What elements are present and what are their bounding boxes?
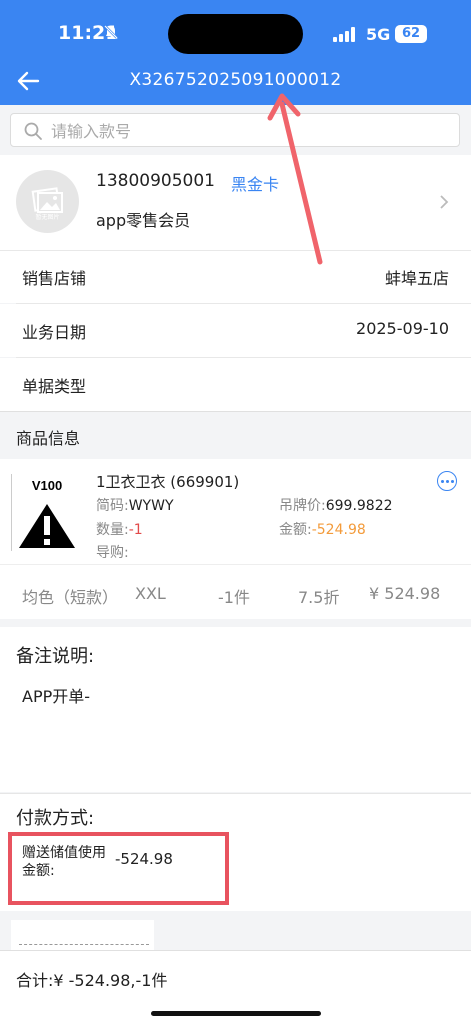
footer-bar: 合计:¥ -524.98,-1件	[0, 950, 471, 1024]
date-row[interactable]: 业务日期 2025-09-10	[0, 304, 471, 357]
nav-bar: X326752025091000012	[0, 58, 471, 105]
store-label: 销售店铺	[22, 269, 87, 288]
product-code: 简码:WYWY	[96, 498, 174, 514]
product-code-value: WYWY	[128, 498, 174, 514]
status-bar: 11:21 5G 62	[0, 0, 471, 58]
spec-color: 均色（短款）	[22, 588, 119, 607]
warning-icon	[19, 504, 75, 548]
spec-count: -1件	[218, 588, 250, 607]
product-tag-price: 吊牌价:699.9822	[279, 498, 393, 514]
goods-section-header: 商品信息	[0, 411, 471, 459]
thumbnail-label: V100	[31, 478, 63, 493]
payment-method-label: 赠送储值使用金额:	[22, 845, 106, 879]
product-tag-price-value: 699.9822	[325, 498, 393, 514]
avatar-placeholder-text: 暂无图片	[35, 214, 60, 221]
total-summary: 合计:¥ -524.98,-1件	[16, 971, 168, 990]
product-qty-value: -1	[128, 522, 143, 538]
search-bar	[0, 105, 471, 155]
store-row[interactable]: 销售店铺 蚌埠五店	[0, 250, 471, 303]
payment-title: 付款方式:	[16, 808, 95, 829]
search-box[interactable]	[10, 113, 460, 147]
spec-discount: 7.5折	[298, 588, 340, 607]
goods-section-title: 商品信息	[16, 429, 81, 448]
search-icon	[23, 121, 43, 141]
battery-icon: 62	[395, 25, 427, 43]
payment-section: 付款方式: 赠送储值使用金额: -524.98	[0, 793, 471, 911]
doc-type-label: 单据类型	[22, 377, 87, 396]
doc-type-row[interactable]: 单据类型	[0, 358, 471, 411]
more-icon[interactable]	[437, 471, 457, 491]
product-item[interactable]: V100 1卫衣卫衣 (669901) 简码:WYWY 吊牌价:699.9822…	[0, 459, 471, 564]
member-level: 黑金卡	[231, 175, 280, 194]
product-amount-value: -524.98	[311, 522, 366, 538]
product-guide: 导购:	[96, 545, 129, 561]
network-type: 5G	[366, 25, 391, 44]
member-type: app零售会员	[96, 211, 191, 230]
member-phone: 13800905001	[96, 171, 215, 191]
page-title: X326752025091000012	[129, 70, 342, 90]
member-card[interactable]: 暂无图片 13800905001 黑金卡 app零售会员	[0, 155, 471, 250]
store-value: 蚌埠五店	[384, 269, 449, 288]
signature-area	[11, 920, 154, 950]
notes-text: APP开单-	[22, 687, 91, 706]
avatar: 暂无图片	[16, 170, 79, 233]
notes-title: 备注说明:	[16, 646, 95, 667]
product-spec-row: 均色（短款） XXL -1件 7.5折 ¥ 524.98	[0, 564, 471, 619]
product-name: 1卫衣卫衣 (669901)	[96, 473, 240, 491]
search-input[interactable]	[51, 118, 451, 144]
product-amount: 金额:-524.98	[279, 522, 366, 538]
divider	[0, 250, 471, 251]
payment-method-value: -524.98	[115, 850, 173, 868]
notes-section: 备注说明: APP开单-	[0, 627, 471, 792]
signal-icon	[333, 26, 359, 42]
chevron-right-icon	[438, 193, 450, 211]
spec-size: XXL	[135, 584, 166, 603]
spec-price: ¥ 524.98	[369, 584, 441, 603]
payment-highlight-box: 赠送储值使用金额: -524.98	[8, 832, 229, 905]
dynamic-island	[168, 14, 303, 54]
date-label: 业务日期	[22, 323, 87, 342]
product-thumbnail: V100	[11, 474, 81, 551]
home-indicator	[151, 1011, 321, 1016]
date-value: 2025-09-10	[356, 319, 449, 338]
bell-slash-icon	[103, 24, 119, 44]
product-qty: 数量:-1	[96, 522, 143, 538]
